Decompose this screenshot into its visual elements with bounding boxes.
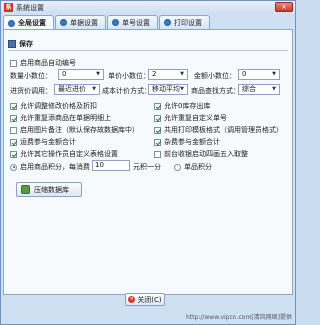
misc-fee-in-total-checkbox[interactable]: 杂费参与金额合计 <box>154 137 220 147</box>
chevron-down-icon: ▼ <box>96 71 100 77</box>
save-icon <box>8 40 16 48</box>
tab-number-settings[interactable]: 单号设置 <box>107 15 158 29</box>
tab-label: 全局设置 <box>18 19 46 27</box>
checkbox[interactable] <box>154 126 161 134</box>
checkbox[interactable] <box>10 59 17 67</box>
compress-database-button[interactable]: 压缩数据库 <box>16 182 82 197</box>
allow-zero-stock-checkbox[interactable]: 允许0库存出库 <box>154 101 210 111</box>
close-button[interactable]: ✕ 关闭(C) <box>125 293 165 306</box>
watermark-text: http://www.vipcn.com[清风网络]提供 <box>186 314 292 321</box>
app-icon: 系 <box>4 3 13 12</box>
tab-bar: 全局设置 单据设置 单号设置 打印设置 <box>3 15 210 30</box>
chevron-down-icon: ▼ <box>272 71 276 77</box>
checkbox[interactable] <box>10 102 17 110</box>
price-decimals-label: 单价小数位： <box>108 72 150 80</box>
allow-adjust-price-checkbox[interactable]: 允许调整修改价格及折扣 <box>10 101 97 111</box>
points-unit-label: 元积一分 <box>133 163 161 171</box>
amount-decimals-select[interactable]: 0 ▼ <box>238 69 280 80</box>
cost-method-label: 成本计价方式： <box>102 87 151 95</box>
enable-points-radio[interactable]: 启用商品积分，每消费 <box>10 162 90 172</box>
checkbox[interactable] <box>10 138 17 146</box>
chevron-down-icon: ▼ <box>92 86 96 92</box>
points-amount-input[interactable]: 10 <box>92 160 130 171</box>
qty-decimals-select[interactable]: 0 ▼ <box>58 69 104 80</box>
auto-code-checkbox[interactable]: 启用商品自动编号 <box>10 58 76 68</box>
allow-duplicate-number-checkbox[interactable]: 允许重复自定义单号 <box>154 113 227 123</box>
product-search-select[interactable]: 综合 ▼ <box>238 84 280 95</box>
allow-duplicate-items-checkbox[interactable]: 允许重复添商品在单据明细上 <box>10 113 111 123</box>
tab-global-settings[interactable]: 全局设置 <box>3 15 54 30</box>
radio[interactable] <box>10 163 17 171</box>
tab-settings-icon <box>60 19 67 26</box>
save-label: 保存 <box>19 40 33 48</box>
tab-settings-icon <box>164 19 171 26</box>
amount-decimals-label: 金额小数位： <box>194 72 236 80</box>
product-search-label: 商品查找方式： <box>191 87 240 95</box>
cost-method-select[interactable]: 移动平均 ▼ <box>148 84 188 95</box>
price-decimals-select[interactable]: 2 ▼ <box>148 69 188 80</box>
purchase-price-label: 进货价调用： <box>10 87 52 95</box>
tab-settings-icon <box>112 19 119 26</box>
chevron-down-icon: ▼ <box>272 86 276 92</box>
shared-print-template-checkbox[interactable]: 共用打印模板格式（调用管理员格式） <box>154 125 283 135</box>
tab-print-settings[interactable]: 打印设置 <box>159 15 210 29</box>
tab-label: 打印设置 <box>174 18 202 27</box>
checkbox[interactable] <box>10 114 17 122</box>
checkbox[interactable] <box>154 138 161 146</box>
freight-in-total-checkbox[interactable]: 运费参与金额合计 <box>10 137 76 147</box>
tab-settings-icon <box>8 19 15 27</box>
purchase-price-select[interactable]: 最近进价 ▼ <box>54 84 100 95</box>
close-icon: ✕ <box>128 296 136 303</box>
allow-custom-table-checkbox[interactable]: 允许其它操作员自定义表格设置 <box>10 149 118 159</box>
checkbox[interactable] <box>154 150 161 158</box>
cashier-rounding-checkbox[interactable]: 前台收银启动四画五入取整 <box>154 149 248 159</box>
radio[interactable] <box>174 163 181 171</box>
qty-decimals-label: 数量小数位： <box>10 72 52 80</box>
settings-window: 系 系统设置 × 全局设置 单据设置 单号设置 打印设置 保存 启用商品自动编号… <box>0 0 296 325</box>
checkbox[interactable] <box>154 114 161 122</box>
tab-label: 单号设置 <box>122 18 150 27</box>
enable-image-notes-checkbox[interactable]: 启用图片备注（默认保存故数据库中） <box>10 125 139 135</box>
settings-panel: 保存 启用商品自动编号 数量小数位： 0 ▼ 单价小数位： 2 ▼ 金额小数位：… <box>3 29 293 295</box>
divider <box>8 50 288 51</box>
checkbox[interactable] <box>10 150 17 158</box>
window-close-button[interactable]: × <box>275 2 293 12</box>
tab-label: 单据设置 <box>70 18 98 27</box>
single-item-points-radio[interactable]: 单品积分 <box>174 162 212 172</box>
save-button[interactable]: 保存 <box>8 39 33 49</box>
window-title: 系统设置 <box>16 3 44 12</box>
title-bar: 系 系统设置 × <box>1 1 295 14</box>
checkbox[interactable] <box>154 102 161 110</box>
tab-document-settings[interactable]: 单据设置 <box>55 15 106 29</box>
database-icon <box>21 185 30 194</box>
checkbox[interactable] <box>10 126 17 134</box>
chevron-down-icon: ▼ <box>180 71 184 77</box>
chevron-down-icon: ▼ <box>180 86 184 92</box>
